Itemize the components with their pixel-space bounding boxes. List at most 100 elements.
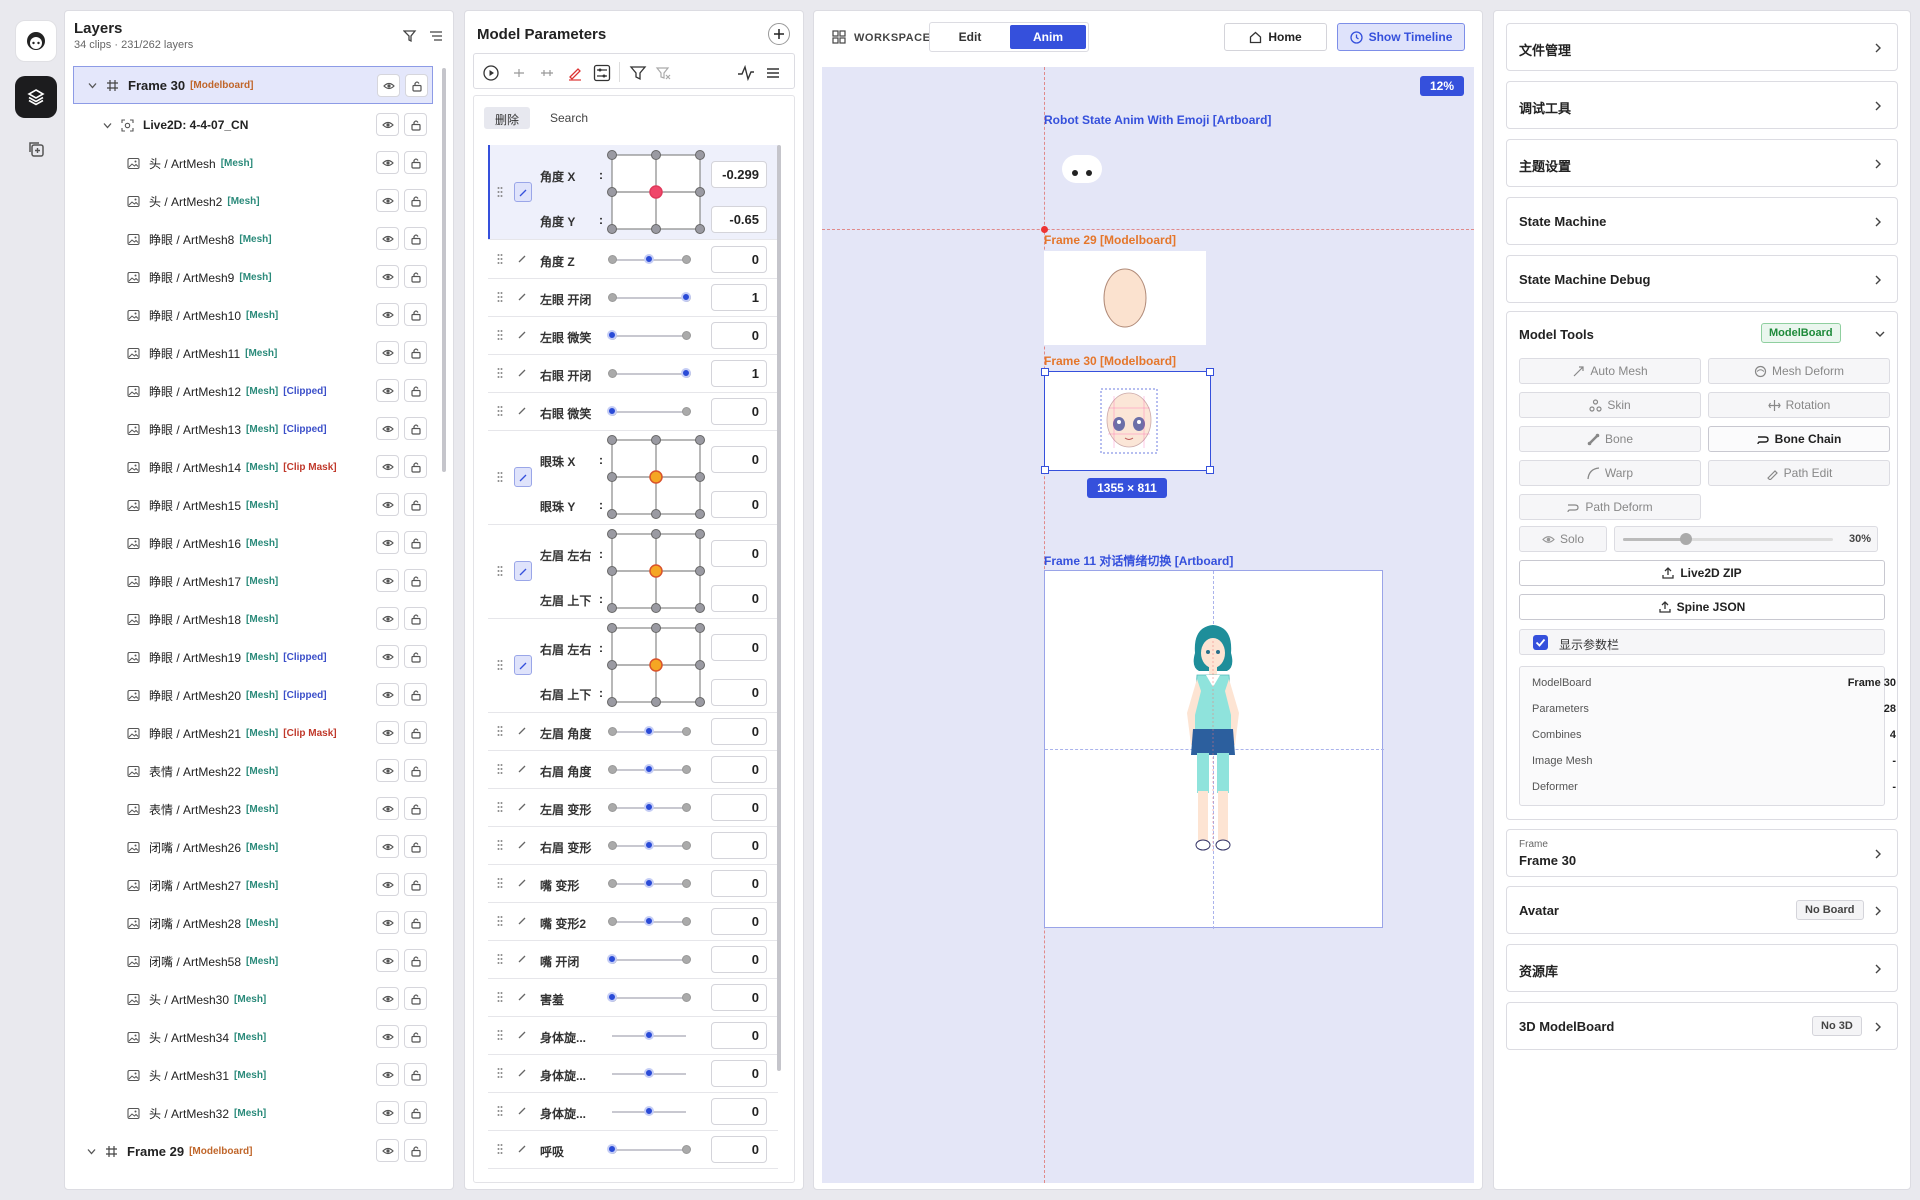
param-value[interactable]: 0	[711, 1136, 767, 1163]
drag-handle-icon[interactable]	[497, 291, 503, 303]
show-params-checkbox[interactable]	[1533, 635, 1548, 650]
visibility-toggle[interactable]	[376, 227, 399, 250]
chevron-down-icon[interactable]	[88, 81, 97, 90]
chevron-down-icon[interactable]	[103, 121, 112, 130]
duplicate-icon[interactable]	[15, 128, 57, 170]
pad-axis-value[interactable]: 0	[711, 634, 767, 661]
param-value[interactable]: 0	[711, 908, 767, 935]
zoom-badge[interactable]: 12%	[1420, 76, 1464, 96]
model3d-card[interactable]: 3D ModelBoard No 3D	[1506, 1002, 1898, 1050]
drag-handle-icon[interactable]	[497, 367, 503, 379]
layer-row[interactable]: 睁眼 / ArtMesh14 [Mesh] [Clip Mask]	[73, 448, 433, 486]
pen-icon[interactable]	[518, 992, 527, 1001]
pen-icon[interactable]	[518, 764, 527, 773]
param-filter-icon[interactable]	[629, 64, 647, 82]
resize-handle-tl[interactable]	[1041, 368, 1049, 376]
tab-search[interactable]: Search	[550, 111, 588, 125]
tool-rotation-button[interactable]: Rotation	[1708, 392, 1890, 418]
visibility-toggle[interactable]	[376, 721, 399, 744]
drag-handle-icon[interactable]	[497, 839, 503, 851]
add-parameter-button[interactable]	[768, 23, 790, 45]
collapsible-card[interactable]: 文件管理	[1506, 23, 1898, 71]
pad-axis-value[interactable]: 0	[711, 679, 767, 706]
drag-handle-icon[interactable]	[497, 1067, 503, 1079]
visibility-toggle[interactable]	[376, 303, 399, 326]
param-slider-knob[interactable]	[644, 764, 654, 774]
visibility-toggle[interactable]	[376, 987, 399, 1010]
param-slider-track[interactable]	[612, 411, 686, 413]
param-value[interactable]: 1	[711, 284, 767, 311]
param-slider-knob[interactable]	[644, 1106, 654, 1116]
pen-icon[interactable]	[518, 368, 527, 377]
layer-row[interactable]: 睁眼 / ArtMesh16 [Mesh]	[73, 524, 433, 562]
layer-row[interactable]: 睁眼 / ArtMesh15 [Mesh]	[73, 486, 433, 524]
layer-row[interactable]: 闭嘴 / ArtMesh26 [Mesh]	[73, 828, 433, 866]
layer-row[interactable]: 睁眼 / ArtMesh9 [Mesh]	[73, 258, 433, 296]
lock-toggle[interactable]	[404, 341, 427, 364]
visibility-toggle[interactable]	[376, 949, 399, 972]
drag-handle-icon[interactable]	[497, 1105, 503, 1117]
drag-handle-icon[interactable]	[497, 565, 503, 577]
drag-handle-icon[interactable]	[497, 877, 503, 889]
drag-handle-icon[interactable]	[497, 405, 503, 417]
xy-pad[interactable]	[606, 150, 706, 234]
lock-toggle[interactable]	[404, 683, 427, 706]
pad-axis-value[interactable]: 0	[711, 491, 767, 518]
avatar-card[interactable]: Avatar No Board	[1506, 886, 1898, 934]
drag-handle-icon[interactable]	[497, 991, 503, 1003]
layer-row[interactable]: 头 / ArtMesh2 [Mesh]	[73, 182, 433, 220]
param-slider-knob[interactable]	[644, 1068, 654, 1078]
param-slider-track[interactable]	[612, 373, 686, 375]
drag-handle-icon[interactable]	[497, 1029, 503, 1041]
tool-bone-button[interactable]: Bone	[1519, 426, 1701, 452]
lock-toggle[interactable]	[404, 151, 427, 174]
show-timeline-button[interactable]: Show Timeline	[1337, 23, 1465, 51]
frame30-label[interactable]: Frame 30 [Modelboard]	[1044, 354, 1176, 368]
drag-handle-icon[interactable]	[497, 763, 503, 775]
param-value[interactable]: 0	[711, 1060, 767, 1087]
pen-icon[interactable]	[518, 916, 527, 925]
layer-row[interactable]: 睁眼 / ArtMesh13 [Mesh] [Clipped]	[73, 410, 433, 448]
lock-toggle[interactable]	[404, 911, 427, 934]
frame11-board[interactable]	[1044, 570, 1384, 929]
pen-icon[interactable]	[518, 954, 527, 963]
collapsible-card[interactable]: State Machine Debug	[1506, 255, 1898, 303]
param-slider-knob[interactable]	[607, 406, 617, 416]
opacity-slider-knob[interactable]	[1680, 533, 1692, 545]
layer-row[interactable]: 闭嘴 / ArtMesh28 [Mesh]	[73, 904, 433, 942]
layer-row[interactable]: 睁眼 / ArtMesh8 [Mesh]	[73, 220, 433, 258]
visibility-toggle[interactable]	[376, 1139, 399, 1162]
lock-toggle[interactable]	[404, 303, 427, 326]
param-slider-track[interactable]	[612, 335, 686, 337]
param-slider-knob[interactable]	[607, 1144, 617, 1154]
frame29-label[interactable]: Frame 29 [Modelboard]	[1044, 233, 1176, 247]
frame29-board[interactable]	[1044, 251, 1206, 345]
resize-handle-br[interactable]	[1206, 466, 1214, 474]
export-spine-json-button[interactable]: Spine JSON	[1519, 594, 1885, 620]
param-slider-knob[interactable]	[644, 878, 654, 888]
layer-row[interactable]: 头 / ArtMesh32 [Mesh]	[73, 1094, 433, 1132]
avatar-icon[interactable]	[15, 20, 57, 62]
visibility-toggle[interactable]	[376, 607, 399, 630]
lock-toggle[interactable]	[404, 227, 427, 250]
lock-toggle[interactable]	[404, 607, 427, 630]
lock-toggle[interactable]	[405, 74, 428, 97]
resize-handle-bl[interactable]	[1041, 466, 1049, 474]
layer-row[interactable]: 表情 / ArtMesh23 [Mesh]	[73, 790, 433, 828]
lock-toggle[interactable]	[404, 645, 427, 668]
canvas[interactable]: 12% Robot State Anim With Emoji [Artboar…	[822, 67, 1474, 1183]
drag-handle-icon[interactable]	[497, 725, 503, 737]
param-slider-knob[interactable]	[681, 368, 691, 378]
home-button[interactable]: Home	[1224, 23, 1327, 51]
xy-pad[interactable]	[606, 529, 706, 613]
lock-toggle[interactable]	[404, 379, 427, 402]
lock-toggle[interactable]	[404, 797, 427, 820]
collapsible-card[interactable]: 调试工具	[1506, 81, 1898, 129]
chevron-down-icon[interactable]	[87, 1147, 96, 1156]
visibility-toggle[interactable]	[376, 911, 399, 934]
tool-mesh-deform-button[interactable]: Mesh Deform	[1708, 358, 1890, 384]
xy-pad[interactable]	[606, 435, 706, 519]
pen-icon[interactable]	[518, 1030, 527, 1039]
drag-handle-icon[interactable]	[497, 186, 503, 198]
sliders-icon[interactable]	[593, 64, 611, 82]
